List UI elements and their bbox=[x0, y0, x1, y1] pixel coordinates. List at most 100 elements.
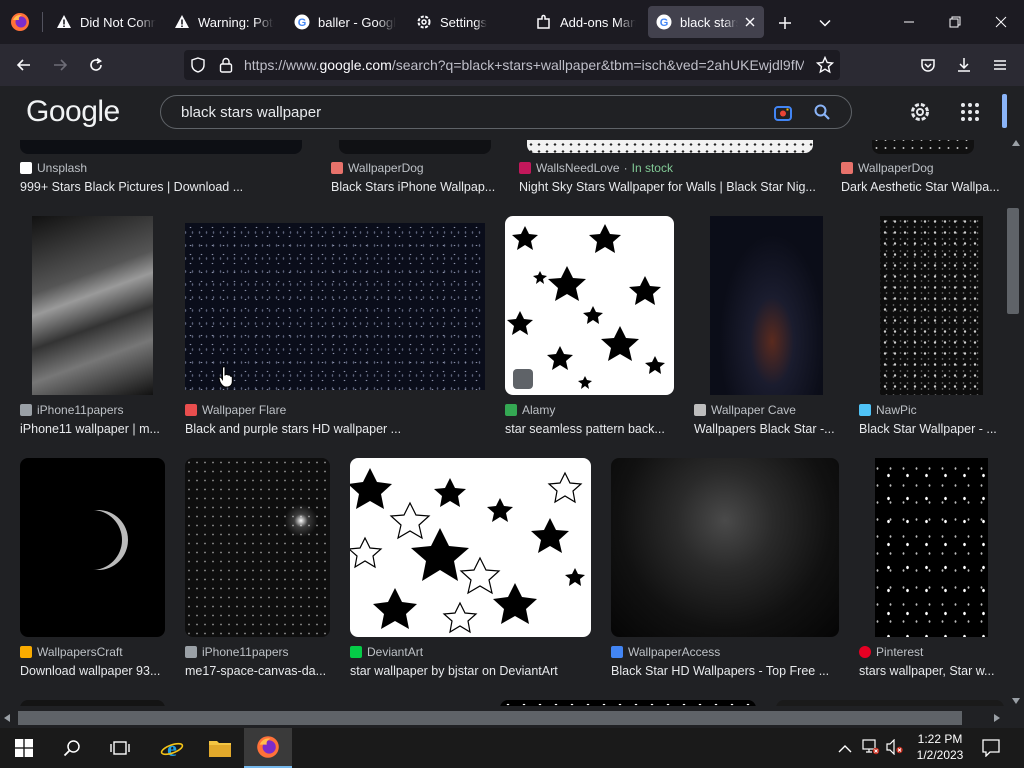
tab-settings[interactable]: Settings bbox=[416, 6, 516, 38]
result-thumbnail[interactable] bbox=[611, 458, 839, 637]
task-view-button[interactable] bbox=[96, 728, 144, 768]
result-caption[interactable]: Black Star HD Wallpapers - Top Free ... bbox=[611, 664, 839, 678]
volume-muted-icon[interactable] bbox=[886, 738, 904, 760]
result-source[interactable]: iPhone11papers bbox=[185, 645, 289, 659]
url-text[interactable]: https://www.google.com/search?q=black+st… bbox=[244, 57, 804, 73]
result-source[interactable]: Alamy bbox=[505, 403, 555, 417]
vertical-scrollbar[interactable] bbox=[1008, 86, 1024, 706]
puzzle-icon bbox=[536, 14, 552, 30]
shield-icon[interactable] bbox=[190, 57, 206, 78]
result-source[interactable]: NawPic bbox=[859, 403, 917, 417]
scroll-up-arrow-icon[interactable] bbox=[1012, 140, 1020, 146]
wallsneedlove-icon bbox=[519, 162, 531, 174]
search-input[interactable]: black stars wallpaper bbox=[181, 104, 321, 121]
result-caption[interactable]: star seamless pattern back... bbox=[505, 422, 675, 436]
google-logo[interactable]: Google bbox=[26, 95, 120, 129]
result-caption[interactable]: iPhone11 wallpaper | m... bbox=[20, 422, 160, 436]
svg-text:G: G bbox=[660, 17, 669, 29]
result-source[interactable]: iPhone11papers bbox=[20, 403, 124, 417]
bookmark-star-icon[interactable] bbox=[815, 55, 835, 79]
tab-addons-manager[interactable]: Add-ons Mana bbox=[536, 6, 636, 38]
result-thumbnail[interactable] bbox=[500, 700, 756, 706]
pocket-button[interactable] bbox=[912, 49, 944, 81]
file-explorer-icon[interactable] bbox=[196, 728, 244, 768]
result-source[interactable]: Unsplash bbox=[20, 161, 87, 175]
tab-did-not-connect[interactable]: Did Not Conne bbox=[56, 6, 156, 38]
start-button[interactable] bbox=[0, 728, 48, 768]
result-thumbnail[interactable] bbox=[185, 458, 330, 637]
result-source[interactable]: WallpaperDog bbox=[841, 161, 934, 175]
result-source[interactable]: Pinterest bbox=[859, 645, 923, 659]
result-caption[interactable]: Night Sky Stars Wallpaper for Walls | Bl… bbox=[519, 180, 819, 194]
notifications-icon[interactable] bbox=[982, 739, 1000, 762]
search-taskbar-button[interactable] bbox=[48, 728, 96, 768]
tab-warning[interactable]: Warning: Pote bbox=[174, 6, 274, 38]
result-thumbnail[interactable] bbox=[20, 458, 165, 637]
result-thumbnail[interactable] bbox=[339, 140, 491, 154]
result-caption[interactable]: star wallpaper by bjstar on DeviantArt bbox=[350, 664, 590, 678]
show-hidden-icons-chevron-icon[interactable] bbox=[838, 741, 852, 759]
scroll-down-arrow-icon[interactable] bbox=[1012, 698, 1020, 704]
result-thumbnail[interactable] bbox=[20, 140, 302, 154]
search-box[interactable]: black stars wallpaper bbox=[160, 95, 852, 129]
apps-grid-icon[interactable] bbox=[960, 102, 980, 127]
close-tab-icon[interactable] bbox=[744, 16, 756, 28]
result-caption[interactable]: Black Stars iPhone Wallpap... bbox=[331, 180, 496, 194]
result-thumbnail[interactable] bbox=[350, 458, 591, 637]
result-source[interactable]: WallpaperAccess bbox=[611, 645, 720, 659]
settings-gear-icon[interactable] bbox=[908, 100, 932, 129]
internet-explorer-icon[interactable]: e bbox=[148, 728, 196, 768]
result-caption[interactable]: Download wallpaper 93... bbox=[20, 664, 165, 678]
back-button[interactable] bbox=[8, 49, 40, 81]
account-indicator[interactable] bbox=[1002, 94, 1007, 128]
result-source[interactable]: Wallpaper Cave bbox=[694, 403, 796, 417]
scroll-left-arrow-icon[interactable] bbox=[4, 714, 10, 722]
result-thumbnail[interactable] bbox=[880, 216, 983, 395]
scroll-right-arrow-icon[interactable] bbox=[994, 714, 1000, 722]
nawpic-icon bbox=[859, 404, 871, 416]
lens-camera-icon[interactable] bbox=[773, 103, 793, 128]
result-thumbnail[interactable] bbox=[872, 140, 974, 154]
horizontal-scroll-thumb[interactable] bbox=[18, 711, 962, 725]
result-thumbnail[interactable] bbox=[710, 216, 823, 395]
result-caption[interactable]: Black Star Wallpaper - ... bbox=[859, 422, 999, 436]
list-all-tabs-button[interactable] bbox=[812, 10, 838, 36]
result-caption[interactable]: stars wallpaper, Star w... bbox=[859, 664, 999, 678]
close-window-button[interactable] bbox=[978, 0, 1024, 44]
result-caption[interactable]: me17-space-canvas-da... bbox=[185, 664, 330, 678]
result-thumbnail[interactable] bbox=[32, 216, 153, 395]
tab-baller-google[interactable]: G baller - Google bbox=[294, 6, 396, 38]
network-icon[interactable] bbox=[862, 739, 880, 760]
result-thumbnail[interactable] bbox=[776, 700, 1004, 706]
result-caption[interactable]: Black and purple stars HD wallpaper ... bbox=[185, 422, 485, 436]
new-tab-button[interactable] bbox=[772, 10, 798, 36]
google-icon: G bbox=[294, 14, 310, 30]
result-caption[interactable]: Dark Aesthetic Star Wallpa... bbox=[841, 180, 1001, 194]
restore-button[interactable] bbox=[932, 0, 978, 44]
result-caption[interactable]: 999+ Stars Black Pictures | Download ... bbox=[20, 180, 250, 194]
result-source[interactable]: WallpaperDog bbox=[331, 161, 424, 175]
result-source[interactable]: DeviantArt bbox=[350, 645, 423, 659]
firefox-taskbar-icon[interactable] bbox=[244, 728, 292, 768]
result-source[interactable]: WallpapersCraft bbox=[20, 645, 123, 659]
lock-icon[interactable] bbox=[218, 56, 234, 79]
reload-button[interactable] bbox=[80, 49, 112, 81]
result-caption[interactable]: Wallpapers Black Star -... bbox=[694, 422, 834, 436]
forward-button[interactable] bbox=[44, 49, 76, 81]
result-source[interactable]: WallsNeedLove · In stock bbox=[519, 161, 673, 175]
result-thumbnail[interactable] bbox=[185, 223, 485, 390]
result-thumbnail[interactable] bbox=[20, 700, 165, 706]
vertical-scroll-thumb[interactable] bbox=[1007, 208, 1019, 314]
app-menu-button[interactable] bbox=[984, 49, 1016, 81]
result-thumbnail[interactable] bbox=[527, 140, 813, 153]
result-thumbnail[interactable] bbox=[875, 458, 988, 637]
firefox-menu-icon[interactable] bbox=[8, 10, 32, 34]
tab-black-stars-active[interactable]: G black stars w bbox=[648, 6, 764, 38]
search-icon[interactable] bbox=[813, 103, 831, 126]
downloads-button[interactable] bbox=[948, 49, 980, 81]
result-thumbnail[interactable] bbox=[505, 216, 674, 395]
taskbar-clock[interactable]: 1:22 PM 1/2/2023 bbox=[910, 731, 970, 763]
address-bar[interactable]: https://www.google.com/search?q=black+st… bbox=[184, 50, 840, 80]
result-source[interactable]: Wallpaper Flare bbox=[185, 403, 286, 417]
minimize-button[interactable] bbox=[886, 0, 932, 44]
